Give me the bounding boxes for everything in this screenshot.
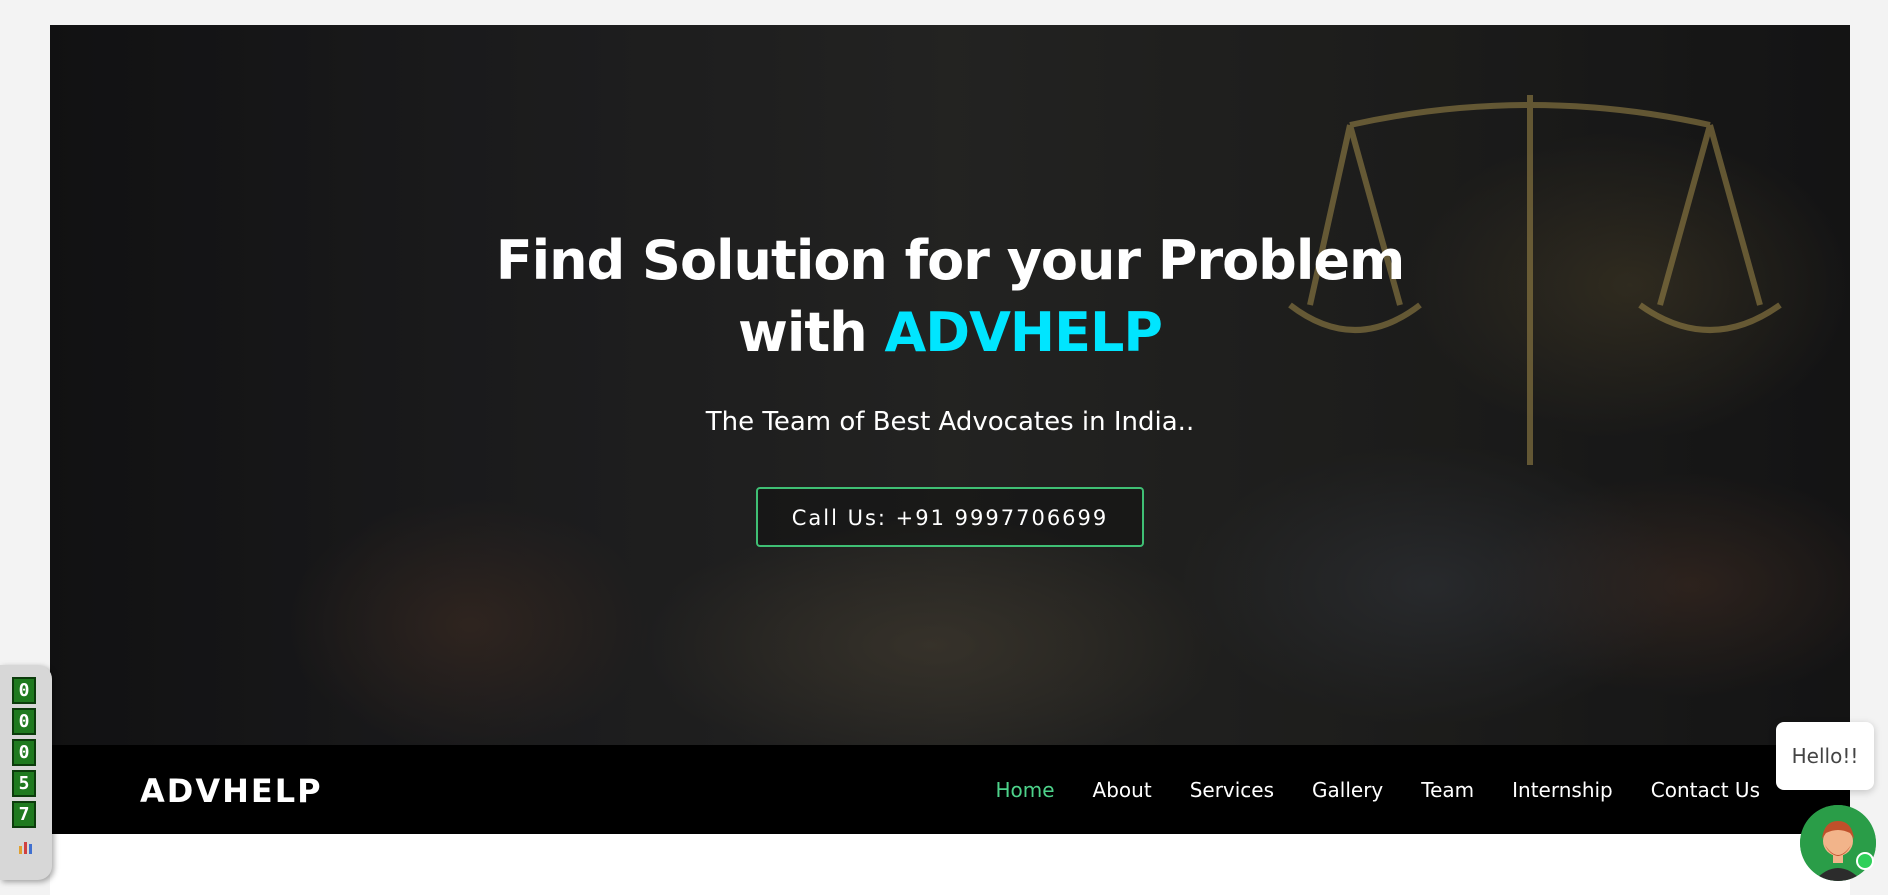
counter-digit: 0 [12, 677, 36, 704]
hero-title-brand: ADVHELP [884, 301, 1162, 364]
counter-digit: 0 [12, 739, 36, 766]
nav-item-home[interactable]: Home [995, 778, 1054, 802]
nav-item-internship[interactable]: Internship [1512, 778, 1613, 802]
site-logo[interactable]: ADVHELP [140, 772, 323, 810]
hero-title-prefix: with [738, 301, 885, 364]
hero-section: Find Solution for your Problem with ADVH… [50, 25, 1850, 745]
main-navbar: ADVHELP Home About Services Gallery Team… [50, 745, 1850, 834]
nav-item-about[interactable]: About [1093, 778, 1152, 802]
hero-subtitle: The Team of Best Advocates in India.. [705, 407, 1195, 437]
online-status-indicator [1856, 852, 1874, 870]
page-content-area [50, 834, 1850, 895]
nav-menu: Home About Services Gallery Team Interns… [995, 778, 1760, 802]
hero-title-line1: Find Solution for your Problem [495, 229, 1405, 292]
chat-greeting-bubble[interactable]: Hello!! [1776, 722, 1874, 790]
counter-digit: 0 [12, 708, 36, 735]
hero-title: Find Solution for your Problem with ADVH… [50, 225, 1850, 369]
nav-item-contact-us[interactable]: Contact Us [1651, 778, 1760, 802]
call-us-button[interactable]: Call Us: +91 9997706699 [755, 487, 1145, 547]
nav-item-services[interactable]: Services [1190, 778, 1274, 802]
hero-content: Find Solution for your Problem with ADVH… [50, 225, 1850, 547]
nav-item-team[interactable]: Team [1421, 778, 1474, 802]
bar-chart-icon [19, 842, 32, 854]
counter-digit: 7 [12, 801, 36, 828]
nav-item-gallery[interactable]: Gallery [1312, 778, 1383, 802]
visitor-counter-widget[interactable]: 0 0 0 5 7 [0, 665, 52, 880]
counter-digit: 5 [12, 770, 36, 797]
